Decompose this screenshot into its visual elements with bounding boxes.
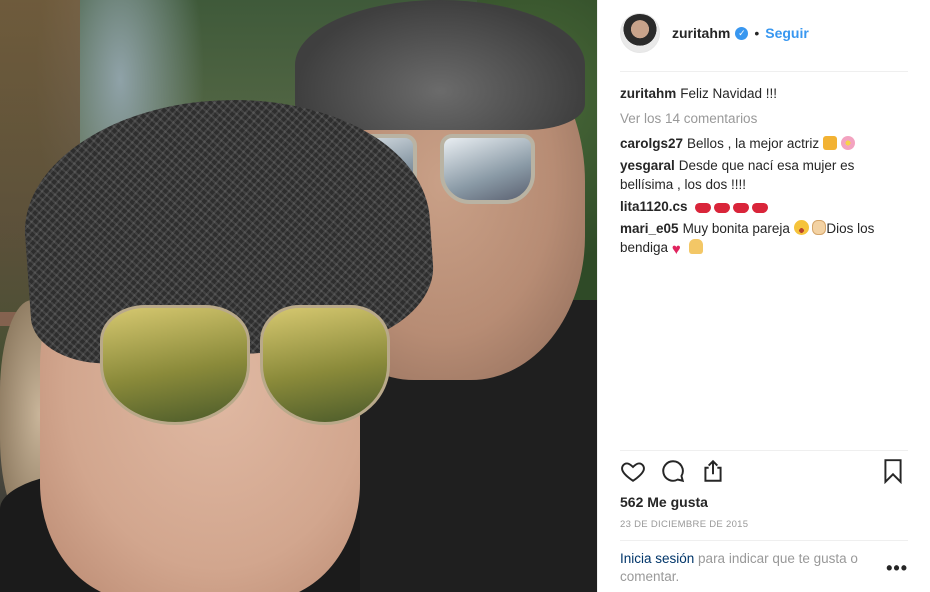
comment-username[interactable]: carolgs27	[620, 136, 683, 151]
comment-username[interactable]: mari_e05	[620, 221, 679, 236]
share-icon[interactable]	[700, 458, 728, 486]
comment-text: Bellos , la mejor actriz	[687, 136, 820, 151]
post-actions	[620, 458, 908, 488]
heart-eyes-icon	[793, 220, 809, 235]
separator-dot: •	[754, 25, 760, 41]
caption-text: Feliz Navidad !!!	[680, 86, 778, 101]
bookmark-icon[interactable]	[880, 458, 908, 486]
lips-icon	[695, 203, 712, 213]
comment-item: yesgaral Desde que nací esa mujer es bell…	[620, 156, 908, 194]
divider	[620, 540, 908, 541]
thumbs-up-icon	[822, 136, 837, 150]
divider	[620, 71, 908, 72]
post-date: 23 DE DICIEMBRE DE 2015	[620, 519, 749, 530]
post-photo[interactable]	[0, 0, 597, 592]
comment-item: mari_e05 Muy bonita pareja Dios los bendi…	[620, 219, 908, 257]
view-all-comments-link[interactable]: Ver los 14 comentarios	[620, 109, 908, 128]
caption-username[interactable]: zuritahm	[620, 86, 676, 101]
lips-icon	[752, 203, 769, 213]
comment-item: lita1120.cs	[620, 197, 908, 216]
comment-item: carolgs27 Bellos , la mejor actriz	[620, 134, 908, 153]
comment-text: Muy bonita pareja	[682, 221, 790, 236]
divider	[620, 450, 908, 451]
photo-lens-right	[440, 134, 535, 204]
comment-icon[interactable]	[660, 458, 688, 486]
photo-woman-sunglasses	[100, 305, 400, 435]
like-count[interactable]: 562 Me gusta	[620, 494, 708, 510]
comment-username[interactable]: lita1120.cs	[620, 199, 688, 214]
comment-username[interactable]: yesgaral	[620, 158, 675, 173]
more-options-icon[interactable]: •••	[886, 558, 908, 579]
avatar[interactable]	[620, 13, 660, 53]
flower-icon	[840, 136, 855, 150]
comments-section: zuritahm Feliz Navidad !!! Ver los 14 com…	[620, 84, 908, 260]
post-sidebar: zuritahm ✓ • Seguir zuritahm Feliz Navida…	[597, 0, 930, 592]
caption: zuritahm Feliz Navidad !!!	[620, 84, 908, 103]
verified-badge-icon: ✓	[735, 26, 749, 40]
lips-icon	[714, 203, 731, 213]
heart-icon: ♥	[671, 241, 681, 258]
photo-aviator-lens-left	[100, 305, 250, 425]
follow-button[interactable]: Seguir	[765, 25, 809, 41]
login-prompt: Inicia sesión para indicar que te gusta …	[620, 550, 875, 586]
clap-icon	[812, 220, 827, 235]
post-username[interactable]: zuritahm	[672, 25, 730, 41]
post-header: zuritahm ✓ • Seguir	[620, 12, 809, 54]
heart-outline-icon[interactable]	[620, 458, 648, 486]
pray-icon	[688, 239, 703, 254]
photo-aviator-lens-right	[260, 305, 390, 425]
photo-man-hair	[295, 0, 585, 130]
login-link[interactable]: Inicia sesión	[620, 551, 694, 566]
lips-icon	[733, 203, 750, 213]
